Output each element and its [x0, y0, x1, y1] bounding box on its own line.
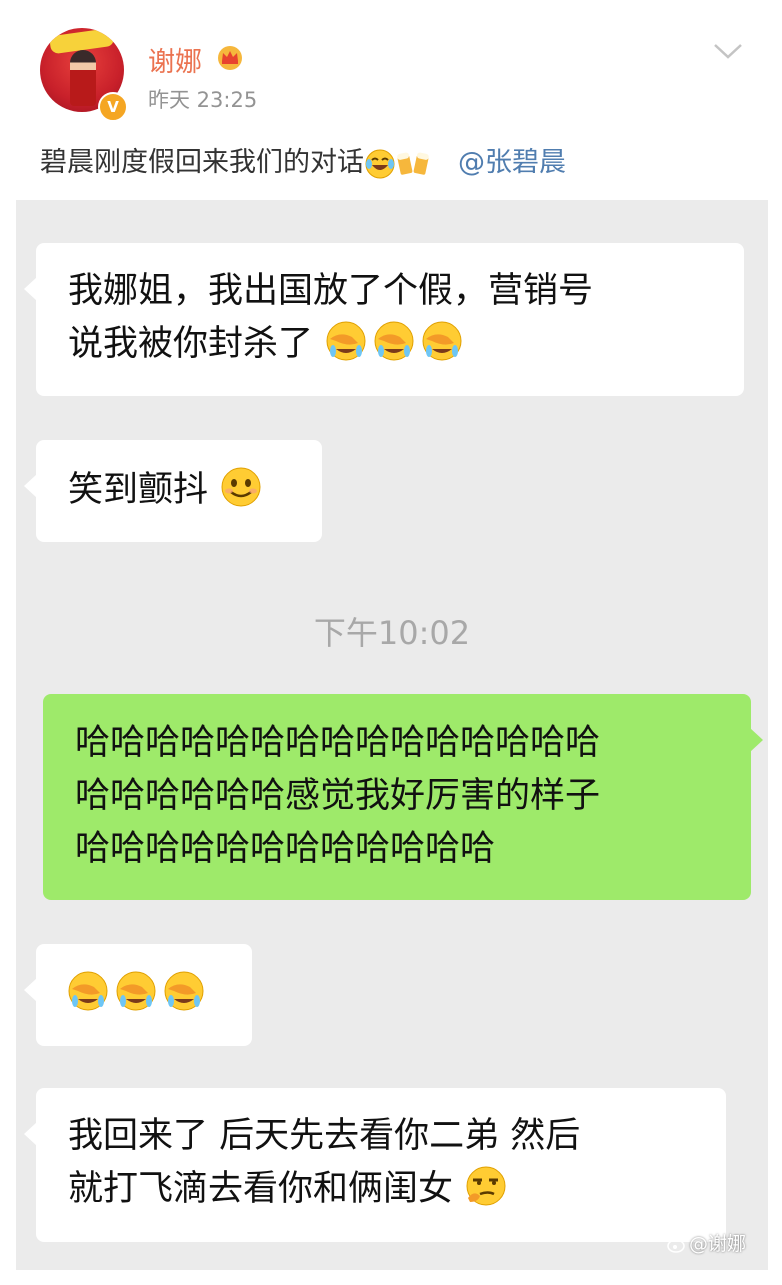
message-text: 我娜姐，我出国放了个假，营销号	[68, 271, 594, 311]
chat-bubble-incoming: 我回来了 后天先去看你二弟 然后 就打飞滴去看你和俩闺女	[24, 1088, 726, 1242]
facepalm-cry-emoji-icon	[164, 971, 204, 1011]
chat-bubble-outgoing: 哈哈哈哈哈哈哈哈哈哈哈哈哈哈哈 哈哈哈哈哈哈感觉我好厉害的样子 哈哈哈哈哈哈哈哈…	[43, 694, 763, 900]
facepalm-cry-emoji-icon	[116, 971, 156, 1011]
message-text: 哈哈哈哈哈哈哈哈哈哈哈哈哈哈哈	[75, 723, 601, 763]
username[interactable]: 谢娜	[148, 40, 202, 79]
smile-emoji-icon	[221, 467, 261, 507]
message-text: 说我被你封杀了	[68, 324, 314, 364]
mention-link[interactable]: @张碧晨	[458, 147, 566, 178]
chat-bubble-incoming	[24, 944, 252, 1046]
chat-screenshot: 我娜姐，我出国放了个假，营销号 说我被你封杀了 笑到颤抖 下午10:02 哈哈哈…	[16, 200, 768, 1270]
smug-thinking-emoji-icon	[466, 1166, 506, 1206]
chevron-down-icon[interactable]	[713, 42, 743, 60]
message-text: 就打飞滴去看你和俩闺女	[68, 1169, 454, 1209]
post-body: 碧晨刚度假回来我们的对话	[40, 147, 364, 178]
chat-timestamp: 下午10:02	[313, 614, 471, 652]
weibo-watermark: @谢娜	[667, 1229, 746, 1256]
facepalm-cry-emoji-icon	[326, 321, 366, 361]
verified-badge-icon: V	[98, 92, 128, 122]
watermark-text: @谢娜	[688, 1233, 746, 1255]
beer-cheers-emoji-icon	[397, 152, 429, 175]
message-text: 哈哈哈哈哈哈感觉我好厉害的样子	[75, 776, 601, 816]
crown-vip-icon	[218, 46, 242, 70]
chat-bubble-incoming: 笑到颤抖	[24, 440, 322, 542]
facepalm-cry-emoji-icon	[68, 971, 108, 1011]
message-text: 我回来了 后天先去看你二弟 然后	[68, 1116, 581, 1156]
facepalm-cry-emoji-icon	[374, 321, 414, 361]
avatar-figure	[70, 50, 96, 106]
weibo-logo-icon	[667, 1236, 688, 1253]
facepalm-cry-emoji-icon	[422, 321, 462, 361]
post-time: 昨天 23:25	[148, 88, 258, 112]
message-text: 笑到颤抖	[68, 470, 209, 510]
chat-bubble-incoming: 我娜姐，我出国放了个假，营销号 说我被你封杀了	[24, 243, 744, 396]
message-text: 哈哈哈哈哈哈哈哈哈哈哈哈	[75, 829, 496, 869]
laughing-tears-emoji-icon	[365, 149, 395, 178]
post-text: 碧晨刚度假回来我们的对话 @张碧晨	[40, 140, 566, 180]
